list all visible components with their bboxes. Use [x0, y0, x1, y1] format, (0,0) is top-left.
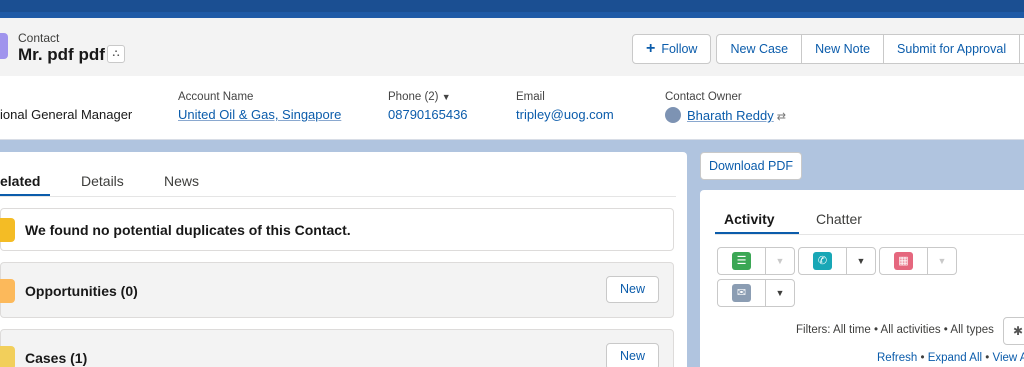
object-label: Contact [18, 31, 60, 45]
new-task-dropdown-icon[interactable]: ▼ [766, 248, 794, 274]
contact-owner-field: Contact Owner Bharath Reddy ⇄ [665, 91, 786, 123]
activity-links: Refresh • Expand All • View A [877, 352, 1024, 364]
record-header-title-row: Contact Mr. pdf pdf ⛬ + Follow New Case N… [0, 18, 1024, 76]
activity-card: Activity Chatter ☰ ▼ ✆ ▼ ▦ ▼ ✉ ▼ Filters… [700, 190, 1024, 367]
opportunities-title[interactable]: Opportunities (0) [25, 283, 138, 299]
title-field-label [0, 91, 132, 103]
duplicates-message: We found no potential duplicates of this… [25, 222, 351, 238]
contact-owner-label: Contact Owner [665, 91, 742, 103]
refresh-link[interactable]: Refresh [877, 352, 917, 364]
new-task-group: ☰ ▼ [717, 247, 795, 275]
record-actions: + Follow New Case New Note Submit for App… [632, 34, 1024, 64]
tab-details[interactable]: Details [81, 173, 124, 189]
opportunities-new-button[interactable]: New [606, 276, 659, 303]
download-pdf-button[interactable]: Download PDF [700, 152, 802, 180]
phone-label-text: Phone (2) [388, 91, 439, 103]
email-group: ✉ ▼ [717, 279, 795, 307]
activity-filters-text: Filters: All time • All activities • All… [796, 324, 994, 336]
owner-avatar [665, 107, 681, 123]
log-call-group: ✆ ▼ [798, 247, 876, 275]
log-call-dropdown-icon[interactable]: ▼ [847, 248, 875, 274]
contact-object-icon [0, 33, 8, 59]
cases-new-button[interactable]: New [606, 343, 659, 367]
new-task-button[interactable]: ☰ [718, 248, 766, 274]
new-event-button[interactable]: ▦ [880, 248, 928, 274]
related-tabset-card: elated Details News We found no potentia… [0, 152, 687, 367]
phone-label: Phone (2) ▼ [388, 91, 468, 103]
view-all-link[interactable]: View A [992, 352, 1024, 364]
more-actions-icon[interactable]: ▼ [1019, 34, 1024, 64]
filter-settings-icon[interactable]: ✱ [1003, 317, 1024, 345]
follow-label: Follow [661, 42, 698, 56]
new-note-button[interactable]: New Note [801, 34, 885, 64]
link-separator: • [917, 352, 928, 364]
change-owner-icon[interactable]: ⇄ [777, 111, 786, 123]
phone-link[interactable]: 08790165436 [388, 107, 468, 122]
opportunities-icon [0, 279, 15, 303]
follow-button[interactable]: + Follow [632, 34, 712, 64]
calendar-icon: ▦ [894, 252, 913, 270]
related-tabs: elated Details News [0, 152, 687, 197]
activity-tabs-divider [715, 234, 1024, 235]
duplicates-alert: We found no potential duplicates of this… [0, 208, 674, 251]
hierarchy-icon[interactable]: ⛬ [107, 45, 125, 63]
email-dropdown-icon[interactable]: ▼ [766, 280, 794, 306]
account-name-link[interactable]: United Oil & Gas, Singapore [178, 107, 341, 122]
submit-for-approval-button[interactable]: Submit for Approval [883, 34, 1021, 64]
link-separator: • [982, 352, 993, 364]
new-case-button[interactable]: New Case [716, 34, 803, 64]
cases-icon [0, 346, 15, 367]
tab-related[interactable]: elated [0, 173, 40, 189]
tabs-divider [0, 196, 676, 197]
plus-icon: + [646, 40, 656, 57]
log-call-button[interactable]: ✆ [799, 248, 847, 274]
task-icon: ☰ [732, 252, 751, 270]
new-event-group: ▦ ▼ [879, 247, 957, 275]
record-name: Mr. pdf pdf [18, 45, 105, 64]
opportunities-related-list: Opportunities (0) New [0, 262, 674, 318]
title-field: ional General Manager [0, 91, 132, 122]
tab-chatter[interactable]: Chatter [816, 211, 862, 227]
email-button[interactable]: ✉ [718, 280, 766, 306]
phone-toggle-icon[interactable]: ▼ [442, 92, 451, 102]
email-field: Email tripley@uog.com [516, 91, 614, 122]
title-value: ional General Manager [0, 107, 133, 122]
cases-title[interactable]: Cases (1) [25, 350, 87, 366]
record-header: Contact Mr. pdf pdf ⛬ + Follow New Case N… [0, 18, 1024, 140]
expand-all-link[interactable]: Expand All [928, 352, 982, 364]
duplicates-icon [0, 218, 15, 242]
cases-related-list: Cases (1) New [0, 329, 674, 367]
phone-field: Phone (2) ▼ 08790165436 [388, 91, 468, 122]
new-event-dropdown-icon[interactable]: ▼ [928, 248, 956, 274]
contact-owner-value: Bharath Reddy ⇄ [665, 107, 786, 123]
email-icon: ✉ [732, 284, 751, 302]
tab-activity[interactable]: Activity [724, 211, 775, 227]
contact-owner-link[interactable]: Bharath Reddy [687, 108, 774, 123]
email-link[interactable]: tripley@uog.com [516, 107, 614, 122]
call-icon: ✆ [813, 252, 832, 270]
account-name-field: Account Name United Oil & Gas, Singapore [178, 91, 341, 122]
email-label: Email [516, 91, 545, 103]
tab-news[interactable]: News [164, 173, 199, 189]
account-name-label: Account Name [178, 91, 254, 103]
top-navigation-band [0, 0, 1024, 18]
top-navigation-band-inner [0, 0, 1024, 12]
